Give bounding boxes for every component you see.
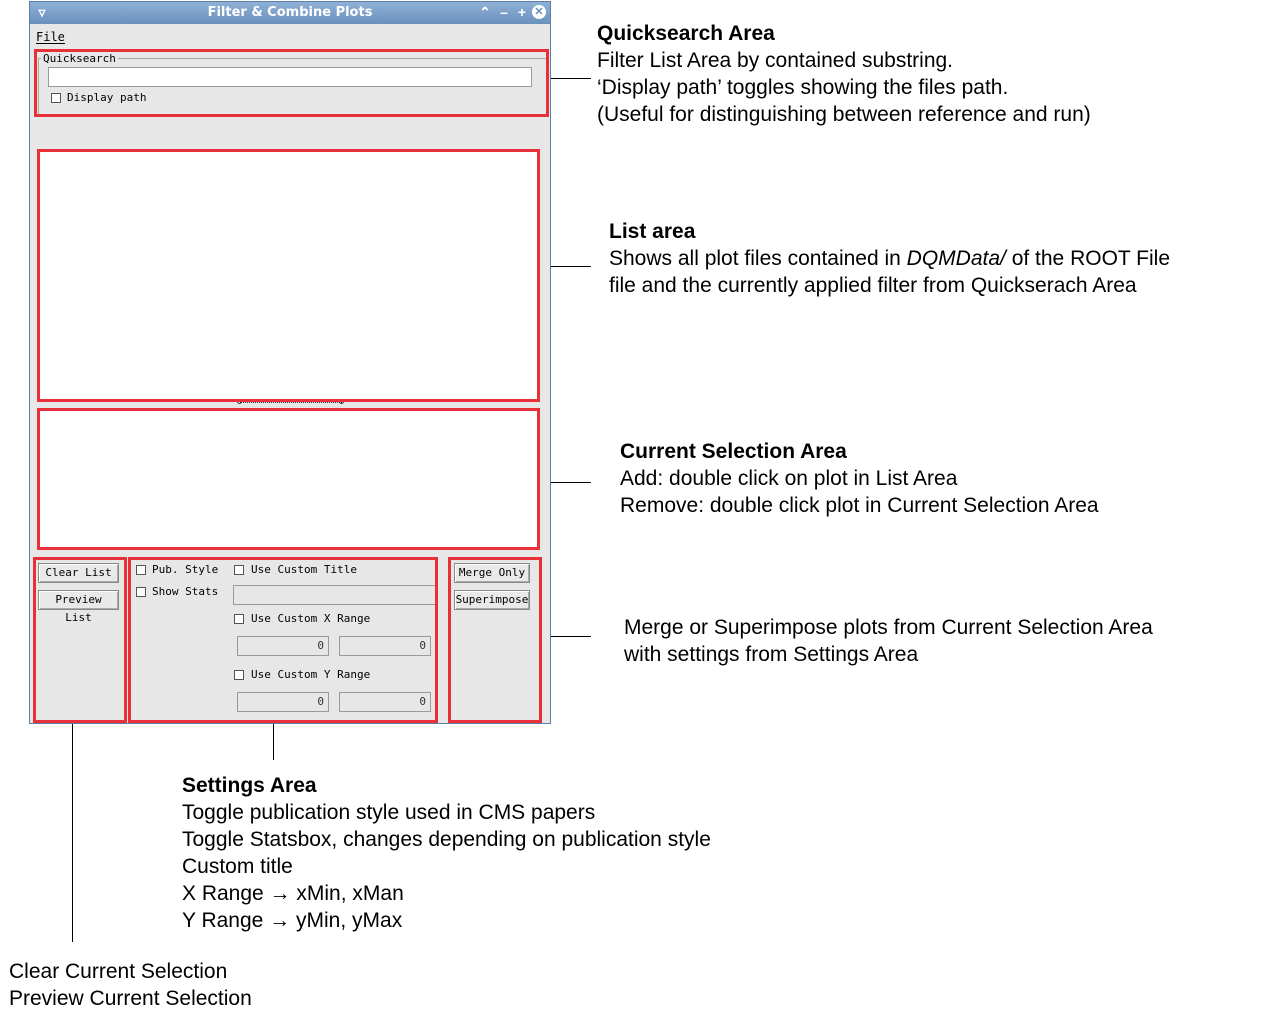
list-annotation-text: Shows all plot files contained in <box>609 247 907 270</box>
quicksearch-annotation-line: Filter List Area by contained substring. <box>597 49 954 72</box>
selection-annotation-line: Add: double click on plot in List Area <box>620 467 958 490</box>
settings-annotation-heading: Settings Area <box>182 774 317 797</box>
selection-annotation-heading: Current Selection Area <box>620 440 847 463</box>
window-title: Filter & Combine Plots <box>207 5 373 20</box>
quicksearch-connector <box>551 78 591 79</box>
merge-superimpose-highlight <box>448 557 542 723</box>
list-annotation: List area Shows all plot files contained… <box>609 218 1170 299</box>
maximize-icon[interactable]: + <box>514 4 530 20</box>
list-connector <box>551 266 591 267</box>
selection-annotation-line: Remove: double click plot in Current Sel… <box>620 494 1099 517</box>
quicksearch-annotation-line: (Useful for distinguishing between refer… <box>597 103 1091 126</box>
clear-annotation-line: Clear Current Selection <box>9 960 228 983</box>
settings-connector <box>273 724 274 760</box>
menu-file[interactable]: File <box>36 30 65 44</box>
quicksearch-highlight <box>34 49 549 117</box>
merge-connector <box>551 636 591 637</box>
splitter-handle[interactable] <box>240 402 342 403</box>
minimize-icon[interactable]: – <box>496 4 512 20</box>
settings-annotation-line: Toggle publication style used in CMS pap… <box>182 801 596 824</box>
settings-annotation-line: Toggle Statsbox, changes depending on pu… <box>182 828 711 851</box>
merge-annotation: Merge or Superimpose plots from Current … <box>624 614 1153 668</box>
settings-annotation: Settings Area Toggle publication style u… <box>182 772 711 934</box>
quicksearch-annotation-heading: Quicksearch Area <box>597 22 775 45</box>
settings-area-highlight <box>128 557 438 723</box>
settings-annotation-line: Custom title <box>182 855 293 878</box>
list-annotation-text: of the ROOT File <box>1005 247 1171 270</box>
list-annotation-path: DQMData/ <box>906 247 1006 270</box>
list-annotation-line: Shows all plot files contained in DQMDat… <box>609 245 1170 272</box>
quicksearch-annotation-line: ‘Display path’ toggles showing the files… <box>597 76 1009 99</box>
selection-annotation: Current Selection Area Add: double click… <box>620 438 1099 519</box>
clear-annotation: Clear Current Selection Preview Current … <box>9 958 252 1012</box>
merge-annotation-line: Merge or Superimpose plots from Current … <box>624 616 1153 639</box>
shade-icon[interactable]: ⌃ <box>477 4 493 20</box>
clear-connector <box>72 724 73 942</box>
title-bar: ▿ Filter & Combine Plots ⌃ – + ✕ <box>30 2 550 24</box>
close-icon[interactable]: ✕ <box>532 5 546 19</box>
selection-connector <box>551 482 591 483</box>
clear-preview-highlight <box>33 557 127 723</box>
quicksearch-annotation: Quicksearch Area Filter List Area by con… <box>597 20 1091 128</box>
clear-annotation-line: Preview Current Selection <box>9 987 252 1010</box>
settings-annotation-line: Y Range → yMin, yMax <box>182 909 403 932</box>
list-annotation-heading: List area <box>609 220 696 243</box>
settings-annotation-line: X Range → xMin, xMan <box>182 882 404 905</box>
list-annotation-line: file and the currently applied filter fr… <box>609 274 1137 297</box>
selection-area-highlight <box>37 408 540 550</box>
merge-annotation-line: with settings from Settings Area <box>624 643 919 666</box>
list-area-highlight <box>37 149 540 402</box>
